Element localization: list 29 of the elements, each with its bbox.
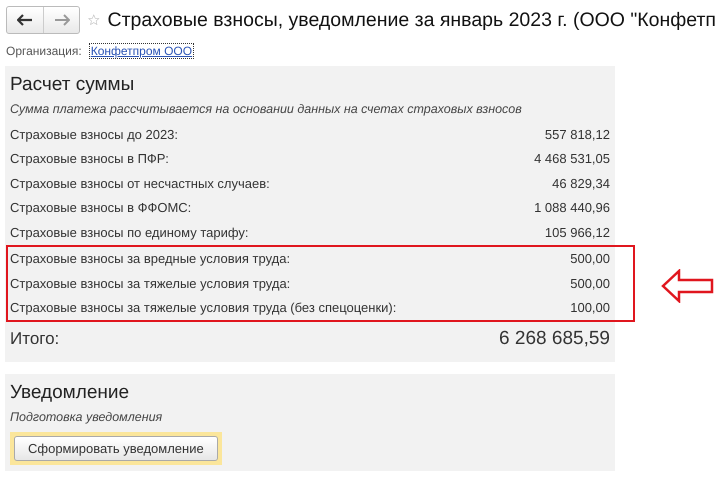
section-note: Сумма платежа рассчитывается на основании данных на счетах страховых взносов xyxy=(10,102,523,116)
row-value: 500,00 xyxy=(570,251,610,266)
row-label: Страховые взносы по единому тарифу: xyxy=(10,224,249,240)
arrow-icon xyxy=(661,268,715,302)
window-title: Страховые взносы, уведомление за январь 2023 г. (ООО "Конфетп xyxy=(108,8,716,32)
row-label: Страховые взносы в ФФОМС: xyxy=(10,200,192,216)
organization-link[interactable]: Конфетпром ООО xyxy=(90,44,194,58)
row-label: Страховые взносы за вредные условия труда: xyxy=(10,251,290,266)
row-value: 4 468 531,05 xyxy=(534,151,610,166)
generate-notification-button[interactable]: Сформировать уведомление xyxy=(14,436,218,461)
row-label: Страховые взносы в ПФР: xyxy=(10,151,169,166)
forward-arrow-icon xyxy=(54,14,70,26)
row-value: 46 829,34 xyxy=(552,176,610,191)
row-value: 105 966,12 xyxy=(544,224,610,240)
row-value: 557 818,12 xyxy=(544,126,610,142)
row-label: Страховые взносы за тяжелые условия труда (без спецоценки): xyxy=(10,300,396,316)
row-label: Страховые взносы за тяжелые условия труда: xyxy=(10,276,290,291)
row-label: Страховые взносы от несчастных случаев: xyxy=(10,176,270,191)
section-title: Расчет суммы xyxy=(10,74,136,96)
back-arrow-icon xyxy=(17,14,33,26)
section-title: Уведомление xyxy=(10,382,130,404)
row-value: 500,00 xyxy=(570,276,610,291)
row-label: Страховые взносы до 2023: xyxy=(10,126,178,142)
row-value: 1 088 440,96 xyxy=(534,200,610,216)
organization-label: Организация: xyxy=(6,44,82,58)
total-value: 6 268 685,59 xyxy=(499,328,610,350)
row-value: 100,00 xyxy=(570,300,610,316)
section-note: Подготовка уведомления xyxy=(10,410,164,424)
total-label: Итого: xyxy=(10,329,60,349)
